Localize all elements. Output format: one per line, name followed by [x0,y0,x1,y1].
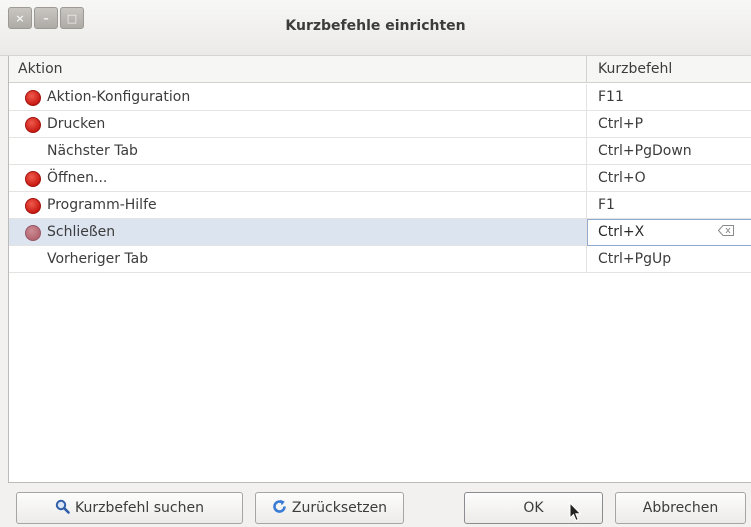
table-header: Aktion Kurzbefehl [9,56,751,83]
window-title: Kurzbefehle einrichten [285,18,466,34]
search-shortcut-button[interactable]: Kurzbefehl suchen [16,492,243,524]
shortcut-cell[interactable]: Ctrl+O [587,165,751,192]
shortcut-cell[interactable]: F1 [587,192,751,219]
shortcut-cell[interactable]: F11 [587,84,751,111]
table-row[interactable]: Vorheriger Tab Ctrl+PgUp [9,246,751,273]
action-cell: Drucken [9,111,587,138]
cancel-button[interactable]: Abbrechen [615,492,746,524]
search-shortcut-label: Kurzbefehl suchen [75,500,204,516]
cancel-label: Abbrechen [642,500,719,516]
shortcut-editor-input[interactable]: Ctrl+X [587,219,751,246]
table-row[interactable]: Aktion-Konfiguration F11 [9,84,751,111]
action-cell: Nächster Tab [9,138,587,165]
title-bar: × – □ Kurzbefehle einrichten [0,0,751,56]
reset-icon [272,499,287,518]
reset-button[interactable]: Zurücksetzen [255,492,404,524]
table-row[interactable]: Drucken Ctrl+P [9,111,751,138]
shortcut-cell[interactable]: Ctrl+PgUp [587,246,751,273]
action-cell: Öffnen... [9,165,587,192]
shortcut-editor-value: Ctrl+X [598,224,645,240]
shortcut-cell[interactable]: Ctrl+PgDown [587,138,751,165]
table-row[interactable]: Öffnen... Ctrl+O [9,165,751,192]
column-header-shortcut[interactable]: Kurzbefehl [587,56,751,83]
shortcut-cell[interactable]: Ctrl+P [587,111,751,138]
column-header-action[interactable]: Aktion [9,56,587,83]
table-row[interactable]: Nächster Tab Ctrl+PgDown [9,138,751,165]
ok-label: OK [523,500,544,516]
search-icon [55,499,70,518]
table-row[interactable]: Programm-Hilfe F1 [9,192,751,219]
table-row-selected[interactable]: Schließen Ctrl+X [9,219,751,246]
reset-label: Zurücksetzen [291,500,388,516]
shortcut-table: Aktion Kurzbefehl Aktion-Konfiguration F… [8,56,751,483]
mouse-pointer-icon [569,502,582,522]
action-cell: Programm-Hilfe [9,192,587,219]
action-cell: Aktion-Konfiguration [9,84,587,111]
action-cell: Vorheriger Tab [9,246,587,273]
clear-shortcut-icon[interactable] [716,220,736,245]
ok-button[interactable]: OK [464,492,603,524]
action-cell: Schließen [9,219,587,246]
